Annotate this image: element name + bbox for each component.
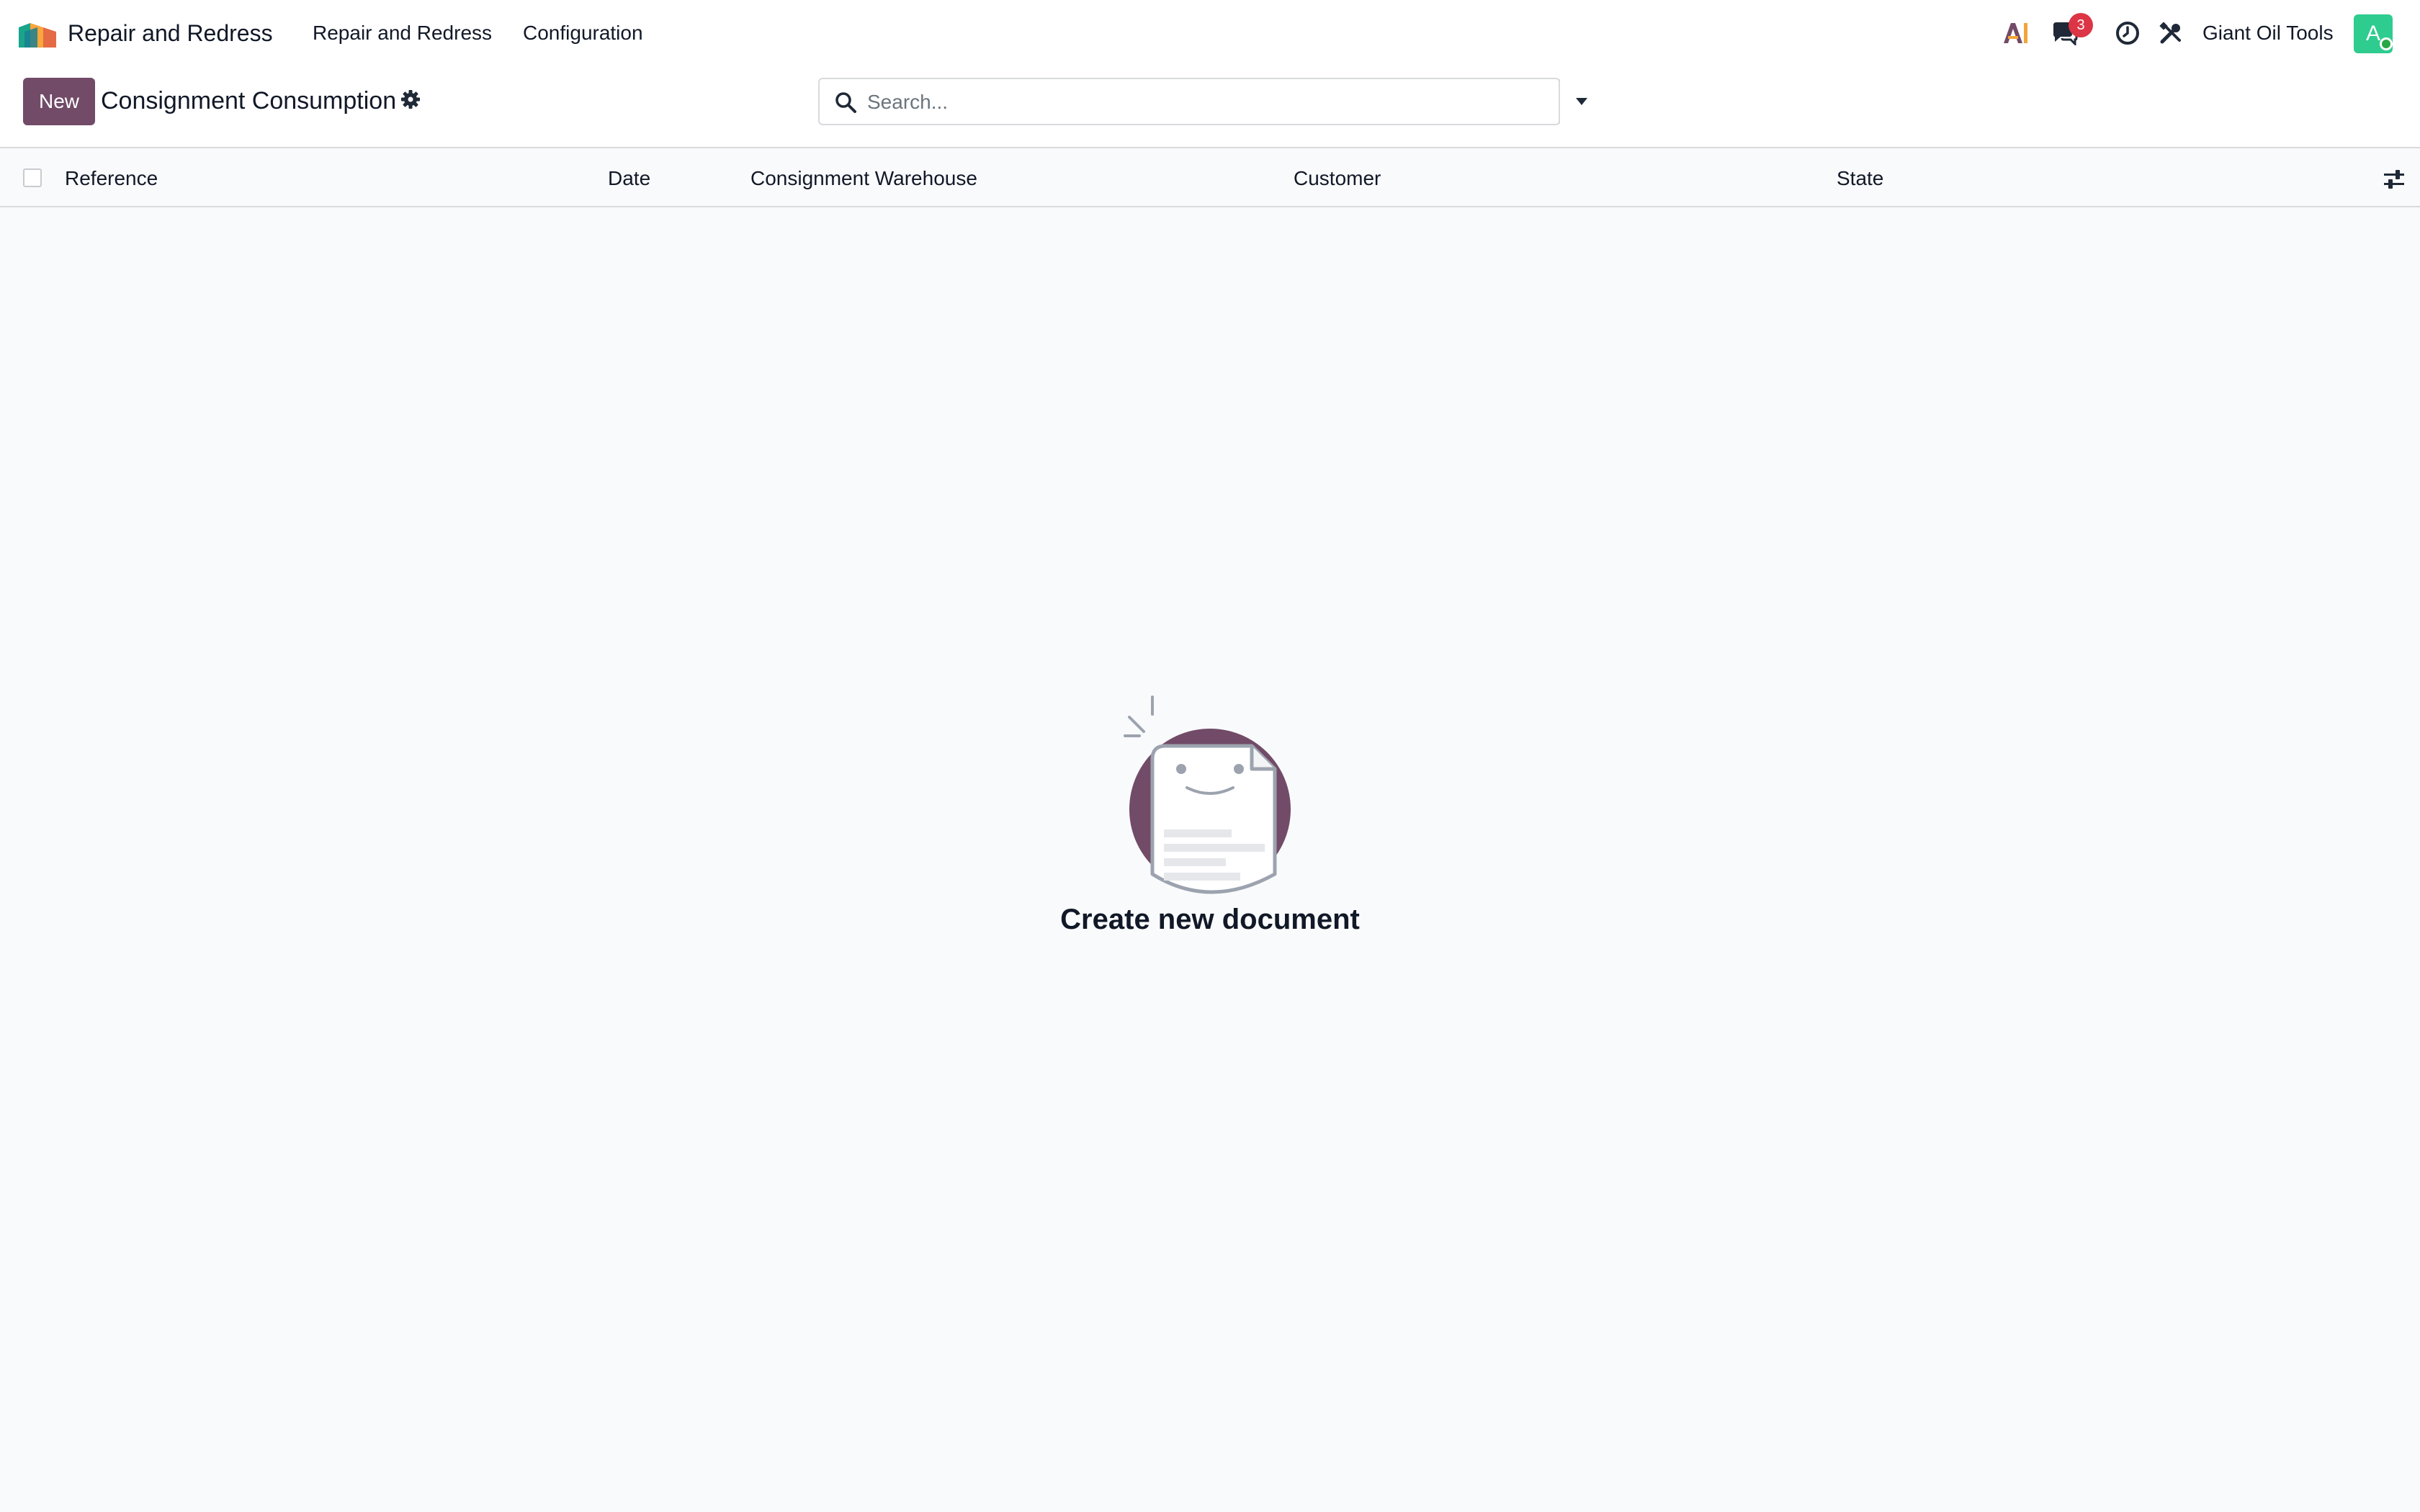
column-date[interactable]: Date [608,164,650,193]
select-all-checkbox[interactable] [23,168,42,187]
online-status-dot [2380,37,2393,50]
ai-icon[interactable] [1999,17,2031,49]
menu-repair-and-redress[interactable]: Repair and Redress [313,19,492,48]
column-customer[interactable]: Customer [1294,164,1381,193]
search-box [818,78,1587,125]
search-input[interactable] [866,82,1502,122]
search-icon [835,92,856,113]
clock-icon[interactable] [2113,17,2142,49]
app-logo-icon[interactable] [17,17,58,49]
company-name[interactable]: Giant Oil Tools [2202,19,2334,48]
empty-state-title: Create new document [1060,904,1360,935]
menu-configuration[interactable]: Configuration [523,19,643,48]
tools-icon[interactable] [2156,17,2185,49]
column-consignment-warehouse[interactable]: Consignment Warehouse [750,164,977,193]
list-header: Reference Date Consignment Warehouse Cus… [0,150,2420,207]
messages-badge: 3 [2069,13,2093,37]
new-button[interactable]: New [23,78,95,125]
empty-document-illustration-icon [1124,696,1291,896]
gear-icon[interactable] [400,89,421,109]
column-state[interactable]: State [1837,164,1883,193]
search-options-toggle[interactable] [1559,79,1603,124]
top-navbar: Repair and Redress Repair and Redress Co… [0,0,2420,66]
app-title[interactable]: Repair and Redress [68,17,273,49]
caret-down-icon [1576,98,1587,105]
optional-columns-icon[interactable] [2383,168,2406,190]
control-panel: New Consignment Consumption [0,66,2420,148]
column-reference[interactable]: Reference [65,164,158,193]
page-title: Consignment Consumption [101,87,397,114]
